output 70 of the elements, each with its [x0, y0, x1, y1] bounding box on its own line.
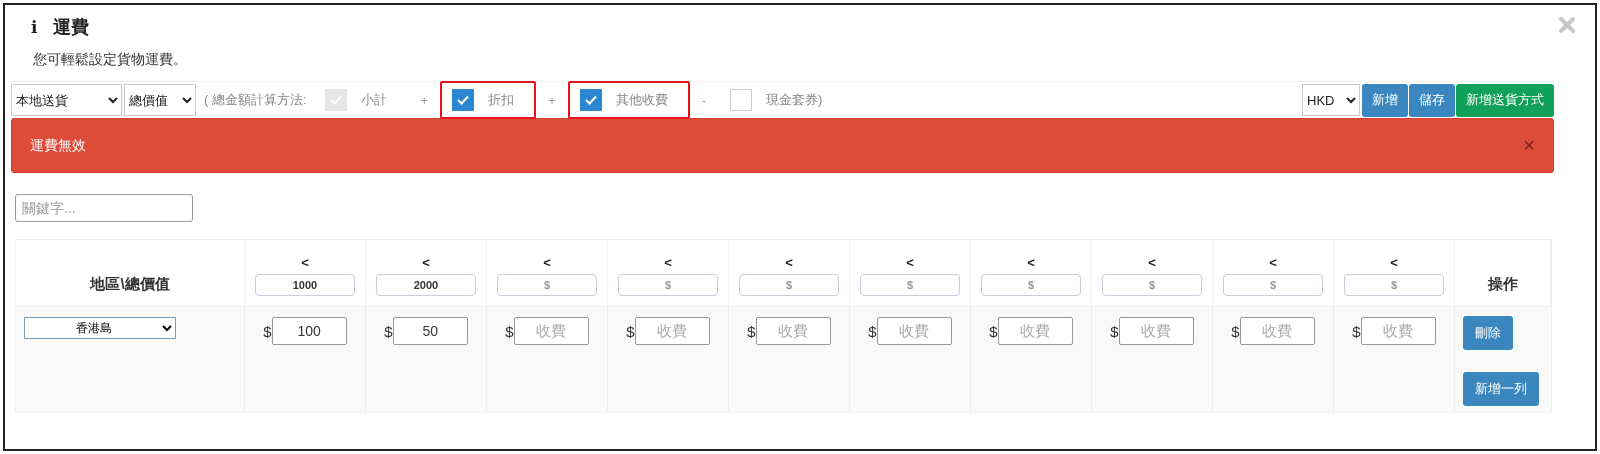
less-than-sign: < — [1027, 255, 1035, 270]
less-than-sign: < — [301, 255, 309, 270]
column-header: 地區\總價值 — [90, 275, 170, 294]
checkbox[interactable] — [730, 89, 753, 111]
check-icon — [584, 95, 597, 105]
threshold-field[interactable]: $ — [981, 274, 1081, 296]
checkbox-label: 其他收費 — [615, 91, 669, 109]
threshold-field[interactable]: $ — [1344, 274, 1444, 296]
dialog-title: 運費 — [53, 16, 90, 39]
less-than-sign: < — [785, 255, 793, 270]
region-select[interactable]: 香港島 — [24, 317, 176, 339]
currency-sign: $ — [1352, 323, 1361, 340]
less-than-sign: < — [664, 255, 672, 270]
operator-sign: + — [548, 92, 556, 108]
currency-select[interactable]: HKD — [1302, 84, 1360, 116]
operator-sign: + — [420, 92, 429, 108]
fee-field[interactable]: 收費 — [876, 317, 952, 345]
formula-label: ( 總金額計算方法: — [204, 91, 307, 109]
checkbox-label: 小計 — [360, 91, 388, 109]
operator-sign: - — [701, 92, 707, 108]
threshold-field[interactable]: $ — [1102, 274, 1202, 296]
currency-sign: $ — [1110, 323, 1119, 340]
threshold-field[interactable]: $ — [497, 274, 597, 296]
currency-sign: $ — [384, 323, 393, 340]
threshold-field[interactable]: $ — [860, 274, 960, 296]
close-icon[interactable] — [1559, 17, 1575, 33]
currency-sign: $ — [263, 323, 272, 340]
currency-sign: $ — [989, 323, 998, 340]
currency-sign: $ — [505, 323, 514, 340]
check-icon — [329, 95, 342, 105]
check-icon — [457, 95, 470, 105]
less-than-sign: < — [1269, 255, 1277, 270]
fee-field[interactable]: 收費 — [997, 317, 1073, 345]
search-field[interactable]: 關鍵字... — [15, 194, 193, 222]
less-than-sign: < — [543, 255, 551, 270]
column-header: 操作 — [1487, 275, 1518, 294]
less-than-sign: < — [422, 255, 430, 270]
less-than-sign: < — [906, 255, 914, 270]
checkbox-label: 折扣 — [488, 91, 516, 109]
fee-field[interactable]: 收費 — [1360, 317, 1436, 345]
threshold-field[interactable]: 2000 — [376, 274, 476, 296]
currency-sign: $ — [868, 323, 877, 340]
less-than-sign: < — [1148, 255, 1156, 270]
threshold-field[interactable]: 1000 — [255, 274, 355, 296]
currency-sign: $ — [626, 323, 635, 340]
checkbox[interactable] — [452, 89, 475, 111]
fee-field[interactable]: 收費 — [513, 317, 589, 345]
toolbar-button[interactable]: 儲存 — [1409, 83, 1455, 117]
fee-field[interactable]: 收費 — [1118, 317, 1194, 345]
basis-select[interactable]: 總價值 — [124, 84, 196, 116]
alert-message: 運費無效 — [30, 136, 86, 155]
fee-field[interactable]: 50 — [392, 317, 468, 345]
threshold-field[interactable]: $ — [1223, 274, 1323, 296]
checkbox[interactable] — [579, 89, 602, 111]
row-action-button[interactable]: 新增一列 — [1463, 372, 1539, 406]
threshold-field[interactable]: $ — [739, 274, 839, 296]
currency-sign: $ — [1231, 323, 1240, 340]
row-action-button[interactable]: 刪除 — [1463, 316, 1513, 350]
less-than-sign: < — [1390, 255, 1398, 270]
fee-field[interactable]: 收費 — [634, 317, 710, 345]
info-icon: i — [31, 17, 38, 37]
currency-sign: $ — [747, 323, 756, 340]
fee-field[interactable]: 收費 — [1239, 317, 1315, 345]
delivery-select[interactable]: 本地送貨 — [11, 84, 122, 116]
dialog-subtitle: 您可輕鬆設定貨物運費。 — [32, 50, 188, 69]
fee-field[interactable]: 100 — [271, 317, 347, 345]
checkbox-label: 現金套券) — [766, 91, 824, 109]
fee-field[interactable]: 收費 — [755, 317, 831, 345]
threshold-field[interactable]: $ — [618, 274, 718, 296]
toolbar-button[interactable]: 新增 — [1362, 83, 1408, 117]
